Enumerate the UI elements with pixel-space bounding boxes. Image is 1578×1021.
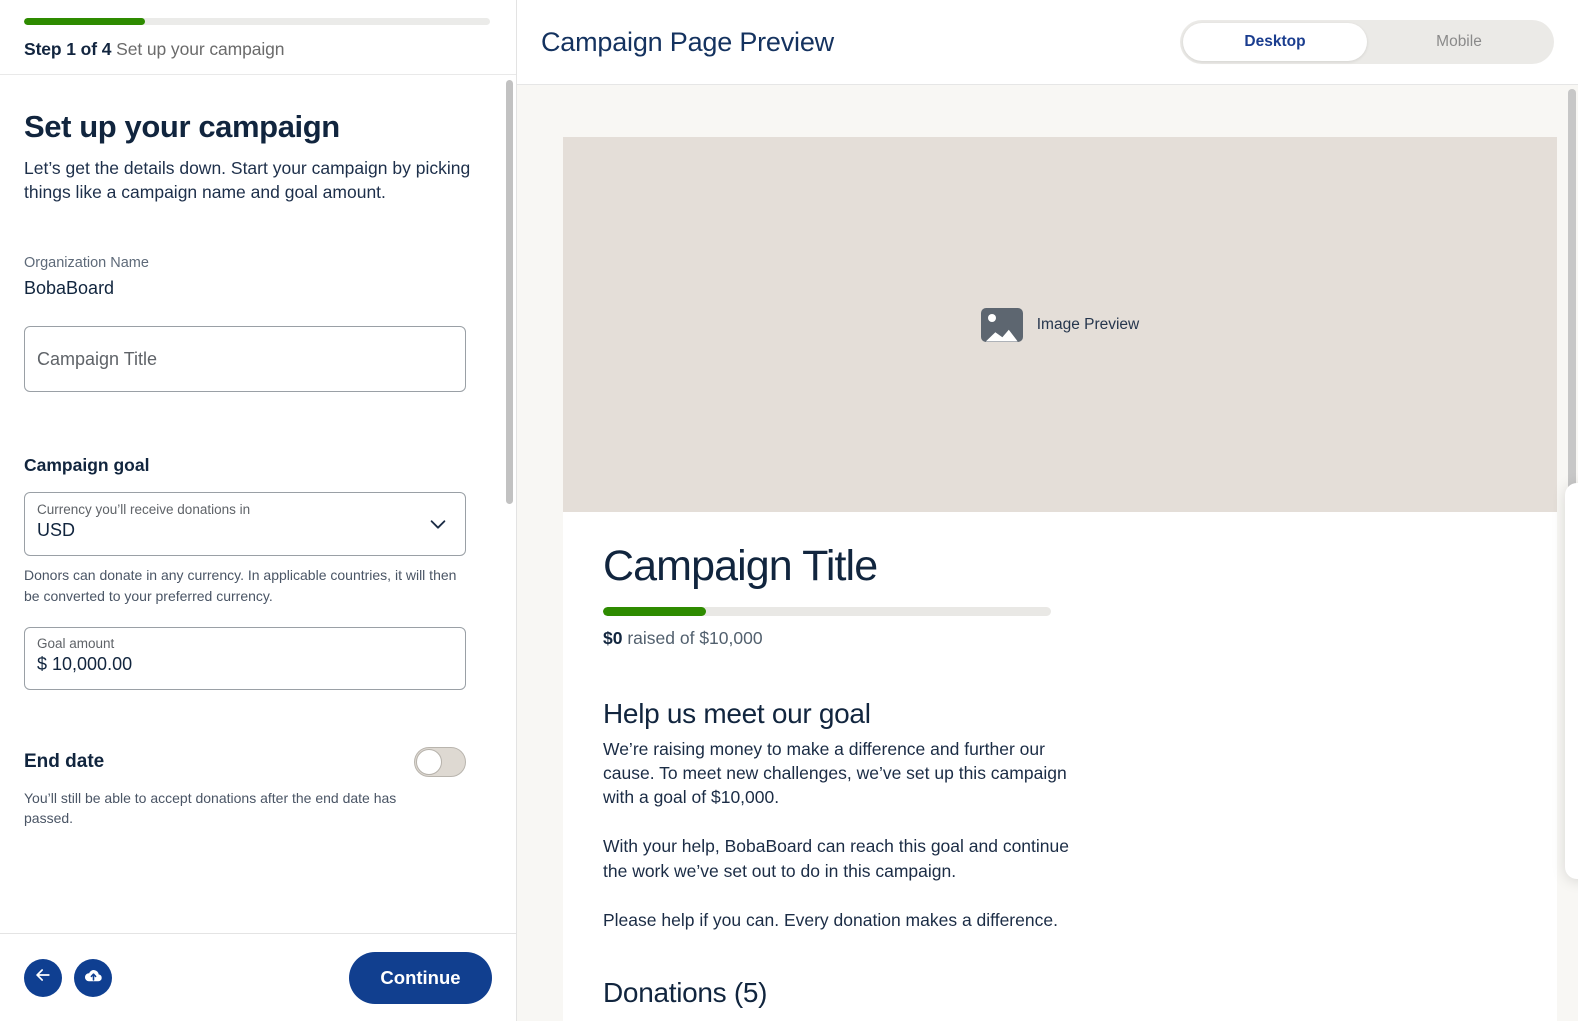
arrow-left-icon xyxy=(33,965,53,990)
campaign-title-input[interactable]: Campaign Title xyxy=(24,326,466,392)
goal-amount-label: Goal amount xyxy=(37,636,453,651)
campaign-title-heading: Campaign Title xyxy=(603,542,1517,591)
campaign-title-placeholder: Campaign Title xyxy=(37,349,157,370)
organization-name-value: BobaBoard xyxy=(24,278,492,299)
preview-scrollbar[interactable] xyxy=(1568,89,1576,539)
wizard-progress-bar xyxy=(24,18,490,25)
end-date-toggle[interactable] xyxy=(414,747,466,777)
hero-placeholder-content: Image Preview xyxy=(981,308,1140,342)
cloud-upload-icon xyxy=(83,965,104,991)
back-button[interactable] xyxy=(24,959,62,997)
goal-amount-input[interactable]: Goal amount $ 10,000.00 xyxy=(24,627,466,690)
campaign-progress-fill xyxy=(603,607,706,616)
end-date-title: End date xyxy=(24,751,104,773)
image-placeholder-icon xyxy=(981,308,1023,342)
campaign-body-paragraph-2: With your help, BobaBoard can reach this… xyxy=(603,834,1083,882)
goal-amount-value: $ 10,000.00 xyxy=(37,654,453,675)
hero-placeholder-label: Image Preview xyxy=(1037,316,1140,334)
campaign-page-mock: Image Preview Campaign Title $0 raised o… xyxy=(563,137,1557,1021)
hero-image-placeholder[interactable]: Image Preview xyxy=(563,137,1557,512)
app-root: Step 1 of 4 Set up your campaign Set up … xyxy=(0,0,1578,1021)
continue-button[interactable]: Continue xyxy=(349,952,492,1004)
tab-desktop[interactable]: Desktop xyxy=(1183,23,1367,61)
campaign-body-paragraph-1: We’re raising money to make a difference… xyxy=(603,737,1083,809)
end-date-helper-text: You’ll still be able to accept donations… xyxy=(24,788,449,829)
campaign-content: Campaign Title $0 raised of $10,000 Help… xyxy=(563,512,1557,1021)
upload-button[interactable] xyxy=(74,959,112,997)
raised-amount: $0 xyxy=(603,628,622,648)
currency-select[interactable]: Currency you’ll receive donations in USD xyxy=(24,492,466,556)
wizard-stepper: Step 1 of 4 Set up your campaign xyxy=(0,0,516,75)
wizard-progress-fill xyxy=(24,18,145,25)
wizard-footer: Continue xyxy=(0,933,516,1021)
campaign-body-heading: Help us meet our goal xyxy=(603,698,1517,730)
tab-mobile[interactable]: Mobile xyxy=(1367,23,1551,61)
footer-actions xyxy=(24,959,112,997)
preview-scroll-area: Image Preview Campaign Title $0 raised o… xyxy=(517,85,1578,1021)
campaign-body-paragraph-3: Please help if you can. Every donation m… xyxy=(603,908,1083,932)
chevron-down-icon xyxy=(427,513,449,535)
setup-form-scroll-area: Set up your campaign Let’s get the detai… xyxy=(0,75,516,933)
campaign-progress-bar xyxy=(603,607,1051,616)
campaign-goal-heading: Campaign goal xyxy=(24,455,492,476)
donation-widget: BobaBoard 0 USD Add $0 to help cover the… xyxy=(1565,483,1578,879)
preview-panel: Campaign Page Preview Desktop Mobile Ima… xyxy=(517,0,1578,1021)
page-title: Set up your campaign xyxy=(24,109,492,145)
campaign-setup-panel: Step 1 of 4 Set up your campaign Set up … xyxy=(0,0,517,1021)
page-subtitle: Let’s get the details down. Start your c… xyxy=(24,156,476,206)
image-icon-mountain xyxy=(986,327,1018,342)
currency-select-value: USD xyxy=(37,520,453,541)
left-panel-scrollbar[interactable] xyxy=(506,80,513,504)
step-number: Step 1 of 4 xyxy=(24,39,111,59)
organization-name-label: Organization Name xyxy=(24,255,492,271)
image-icon-sun xyxy=(988,314,996,322)
currency-helper-text: Donors can donate in any currency. In ap… xyxy=(24,565,464,606)
end-date-toggle-knob xyxy=(416,749,442,775)
preview-header: Campaign Page Preview Desktop Mobile xyxy=(517,0,1578,85)
preview-title: Campaign Page Preview xyxy=(541,27,834,58)
viewport-mode-switcher: Desktop Mobile xyxy=(1180,20,1554,64)
step-indicator: Step 1 of 4 Set up your campaign xyxy=(24,39,492,60)
donations-heading: Donations (5) xyxy=(603,977,1517,1009)
currency-select-label: Currency you’ll receive donations in xyxy=(37,502,453,517)
raised-suffix: raised of $10,000 xyxy=(622,628,762,648)
end-date-row: End date xyxy=(24,747,466,777)
raised-summary: $0 raised of $10,000 xyxy=(603,628,1517,649)
step-name: Set up your campaign xyxy=(116,39,284,59)
